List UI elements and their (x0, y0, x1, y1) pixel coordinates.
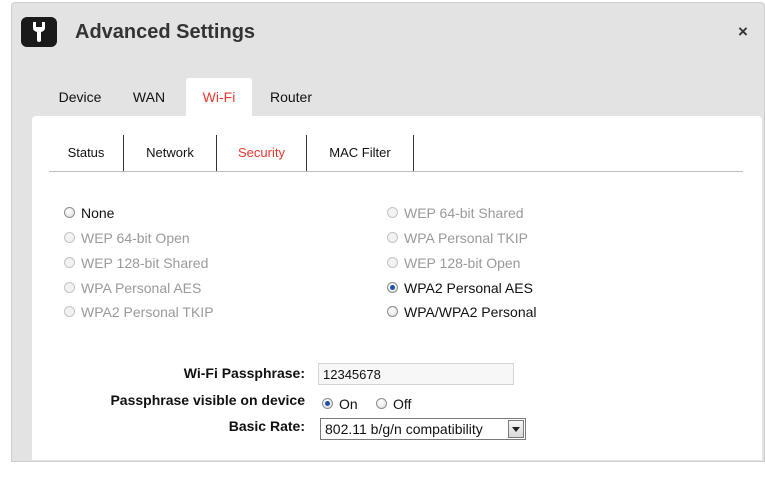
radio-button-selected[interactable] (322, 398, 333, 409)
visible-on-option[interactable]: On (322, 394, 358, 413)
radio-button (64, 282, 75, 293)
close-button[interactable]: × (727, 13, 759, 51)
close-icon[interactable]: × (738, 22, 748, 41)
passphrase-label: Wi-Fi Passphrase: (183, 365, 305, 381)
subtab-baseline (49, 171, 743, 172)
radio-button (387, 207, 398, 218)
security-option-wpa-wpa2-personal[interactable]: WPA/WPA2 Personal (387, 302, 537, 321)
tab-device[interactable]: Device (42, 78, 118, 116)
radio-button (387, 232, 398, 243)
radio-button (64, 257, 75, 268)
subtab-status[interactable]: Status (49, 135, 123, 171)
dialog-title: Advanced Settings (75, 21, 256, 43)
security-option-wpa-tkip: WPA Personal TKIP (387, 228, 528, 247)
wrench-icon (21, 17, 57, 47)
security-option-wpa-aes: WPA Personal AES (64, 278, 201, 297)
basic-rate-select[interactable]: 802.11 b/g/n compatibility (320, 418, 526, 440)
radio-button[interactable] (376, 398, 387, 409)
basic-rate-label: Basic Rate: (228, 418, 305, 434)
passphrase-field[interactable]: 12345678 (318, 363, 514, 385)
radio-button-selected[interactable] (387, 282, 398, 293)
advanced-settings-dialog: Advanced Settings × Device WAN Wi-Fi Rou… (0, 0, 765, 484)
subtab-mac-filter[interactable]: MAC Filter (307, 135, 413, 171)
radio-button[interactable] (387, 306, 398, 317)
radio-button (387, 257, 398, 268)
radio-button (64, 306, 75, 317)
subtab-security[interactable]: Security (217, 135, 306, 171)
security-option-wep64-shared: WEP 64-bit Shared (387, 203, 524, 222)
security-option-wep128-open: WEP 128-bit Open (387, 253, 520, 272)
basic-rate-value: 802.11 b/g/n compatibility (325, 421, 483, 437)
radio-button[interactable] (64, 207, 75, 218)
security-option-wep64-open: WEP 64-bit Open (64, 228, 190, 247)
security-option-wep128-shared: WEP 128-bit Shared (64, 253, 208, 272)
security-option-none[interactable]: None (64, 203, 114, 222)
tab-wan[interactable]: WAN (118, 78, 180, 116)
security-option-wpa2-aes[interactable]: WPA2 Personal AES (387, 278, 533, 297)
chevron-down-icon[interactable] (508, 420, 524, 438)
subtab-divider (413, 135, 414, 171)
tab-router[interactable]: Router (256, 78, 326, 116)
passphrase-visible-label: Passphrase visible on device (110, 392, 305, 408)
visible-off-option[interactable]: Off (376, 394, 411, 413)
radio-button (64, 232, 75, 243)
security-option-wpa2-tkip: WPA2 Personal TKIP (64, 302, 214, 321)
subtab-network[interactable]: Network (124, 135, 216, 171)
tab-wifi[interactable]: Wi-Fi (186, 78, 252, 116)
